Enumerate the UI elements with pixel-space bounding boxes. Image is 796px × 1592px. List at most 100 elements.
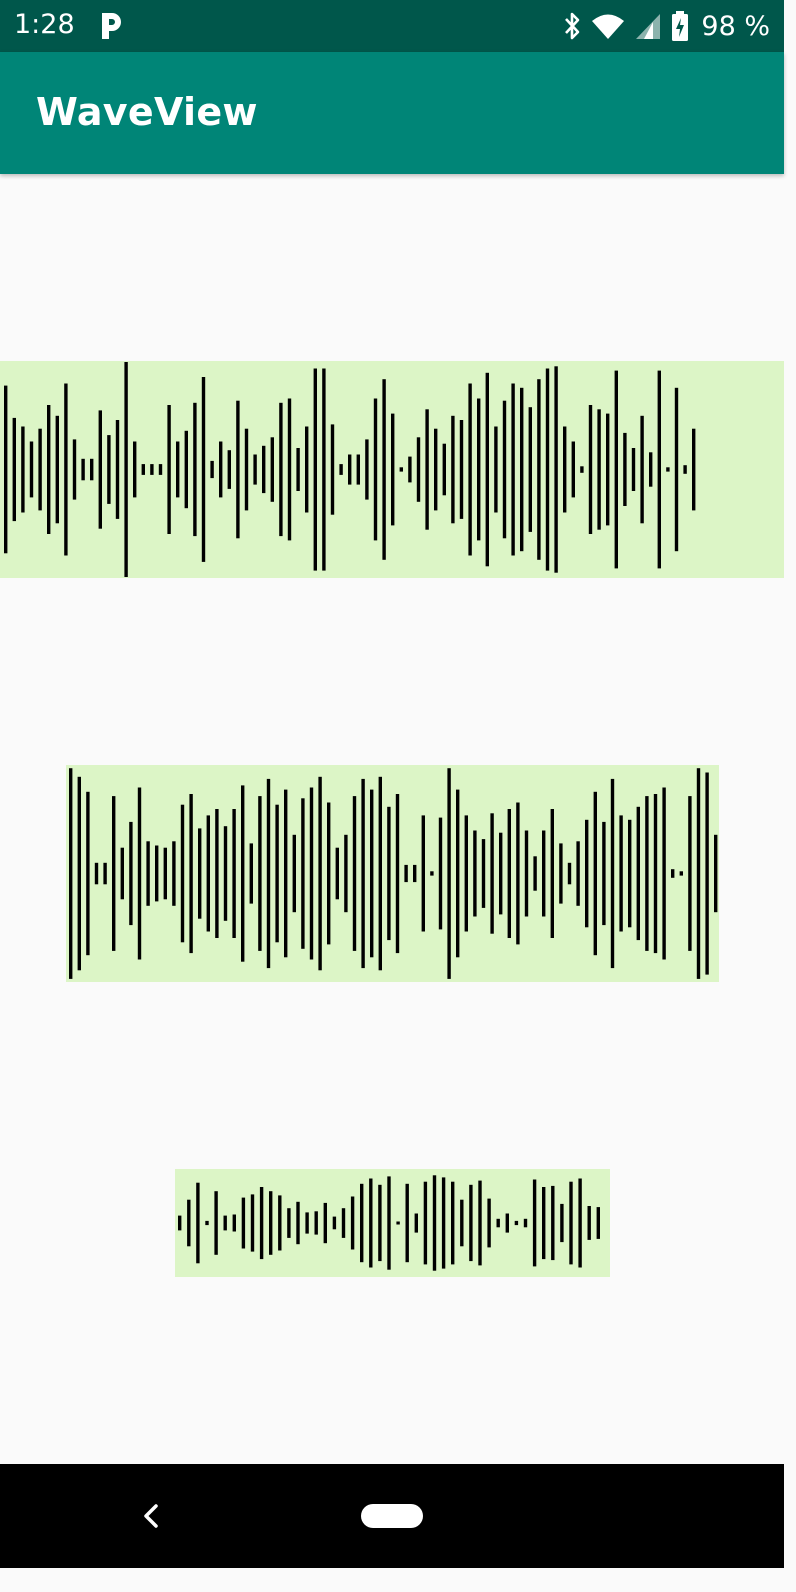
waveform-bar [193,402,197,537]
waveform-bar [456,789,460,958]
home-pill-icon[interactable] [361,1504,423,1528]
waveform-bar [421,815,425,932]
waveform-bar [387,806,391,941]
waveform-bar [227,450,231,489]
waveform-bar [545,368,550,571]
waveform-bar [387,1176,391,1270]
waveform-bar [507,809,511,938]
waveform-bar [158,464,163,475]
status-icons: 98 % [563,8,770,44]
waveform-bar [405,1183,409,1263]
waveform-bar [55,415,59,524]
waveform-bar [167,405,171,534]
waveform-bar [29,441,34,498]
waveform-bar [587,1206,591,1240]
waveform-bar [296,1201,300,1245]
waveform-bar [396,1221,400,1225]
waveform-bar [413,864,417,883]
waveform-bar [628,819,632,928]
waveform-bar [516,802,520,945]
waveform-bar [284,789,288,958]
waveform-bar [98,410,102,529]
waveform-bar [115,420,120,519]
waveform-bar [129,821,133,926]
waveform-bar [619,815,623,932]
waveform-bar [404,864,408,883]
wave-view-small [175,1169,610,1277]
waveform-bar [180,804,185,943]
waveform-bar [499,832,503,915]
waveform-bar [219,441,223,498]
waveform-bar [223,826,228,921]
waveform-bar [487,1198,491,1248]
back-chevron-icon[interactable] [138,1496,164,1536]
waveform-bar [373,398,378,541]
waveform-bar [47,405,51,534]
waveform-bar [395,794,400,954]
waveform-bar [361,778,365,969]
waveform-bar [133,441,137,498]
waveform-bar [623,432,627,506]
waveform-bar [201,377,206,562]
waveform-bar [356,454,360,485]
waveform-bar [569,1181,573,1265]
waveform-bar [485,372,489,567]
waveform-bar [671,869,675,878]
waveform-bar [550,809,554,938]
waveform-bar [344,834,348,913]
waveform-bar [585,819,589,928]
waveform-bar [631,448,636,491]
waveform-bar [81,458,85,481]
waveform-bar [477,398,481,541]
waveform-bar [696,768,701,979]
battery-percent: 98 % [701,10,770,42]
waveform-bar [323,1202,327,1244]
waveform-bar [596,1207,600,1239]
waveform-bar [313,368,317,571]
waveform-bar [332,1216,337,1230]
waveform-bar [391,413,395,526]
waveform-bar [278,1195,282,1251]
waveform-bars [4,362,696,577]
cell-signal-icon [636,14,661,39]
waveform-bar [86,791,90,956]
waveform-bar [327,802,331,945]
waveform-bar [72,439,77,500]
waveform-bar [430,871,434,876]
waveform-bar [341,1208,346,1238]
wifi-icon [592,14,625,39]
waveform-bar [578,1178,582,1268]
waveform-bar [533,856,537,891]
waveform-bar [606,413,610,526]
waveform-bar [640,415,644,524]
waveform-bar [137,787,142,960]
waveform-bar [496,1218,500,1228]
waveform-bar [69,768,73,979]
waveform-bar [12,417,16,522]
app-bar: WaveView [0,52,784,174]
waveform-bar [309,787,314,960]
waveform-bar [94,862,99,885]
waveform-bar [232,1214,236,1232]
status-time: 1:28 [14,9,75,40]
wave-view-medium [66,765,719,982]
app-title: WaveView [36,90,258,134]
waveform-bar [352,796,357,951]
bluetooth-icon [565,12,580,40]
waveform-bar [330,424,335,515]
waveform-bar [163,847,167,900]
waveform-bar [360,1183,364,1263]
waveform-bar [287,1208,291,1238]
waveform-bars [178,1175,600,1271]
waveform-bar [189,794,193,954]
waveform-bar [520,387,524,552]
waveform-bar [408,456,412,483]
waveform-bar [120,847,124,900]
waveform-bar [378,1184,382,1262]
waveform-bar [614,370,618,569]
waveform-bar [339,464,343,475]
waveform-bar [64,383,68,556]
waveform-bar [653,794,658,954]
waveform-bar [692,428,696,511]
waveform-bar [580,466,584,473]
